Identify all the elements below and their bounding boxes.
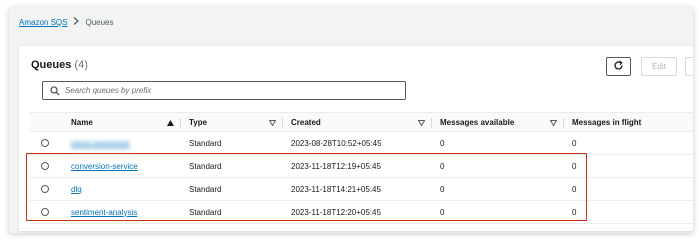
edit-button[interactable]: Edit: [641, 57, 677, 76]
queue-count: (4): [74, 59, 88, 71]
type-cell: Standard: [189, 184, 222, 194]
select-column-header: [29, 113, 71, 131]
row-radio[interactable]: [41, 185, 49, 193]
search-icon: [47, 85, 63, 96]
chevron-right-icon: [73, 17, 80, 27]
row-select-cell: [29, 178, 71, 200]
created-cell: 2023-11-18T14:21+05:45: [291, 184, 381, 194]
column-label: Name: [71, 117, 93, 127]
more-actions-button[interactable]: [685, 57, 693, 76]
refresh-icon: [613, 60, 624, 73]
column-header-messages-in-flight[interactable]: Messages in flight: [564, 113, 693, 131]
queues-panel: Queues (4) Edit Search queues by prefix …: [19, 45, 693, 231]
in-flight-cell: 0: [572, 207, 577, 217]
sort-icon: [268, 119, 277, 128]
sort-ascending-icon: [167, 119, 174, 128]
console-window: Amazon SQS Queues Queues (4) Edit Search…: [9, 7, 693, 233]
column-header-messages-available[interactable]: Messages available: [432, 113, 564, 131]
available-cell: 0: [440, 207, 445, 217]
row-radio[interactable]: [41, 208, 49, 216]
in-flight-cell: 0: [572, 184, 577, 194]
page-title: Queues (4): [31, 59, 88, 71]
breadcrumb: Amazon SQS Queues: [19, 17, 114, 27]
row-select-cell: [29, 132, 71, 154]
table-row: xxxxx-xxxxxxxxx Standard 2023-08-28T10:5…: [29, 132, 693, 155]
table-header: Name Type Created Messages available Mes…: [29, 112, 693, 132]
column-label: Created: [291, 117, 321, 127]
type-cell: Standard: [189, 138, 222, 148]
row-select-cell: [29, 201, 71, 223]
available-cell: 0: [440, 138, 445, 148]
queue-name-link[interactable]: dlq: [71, 185, 82, 194]
in-flight-cell: 0: [572, 161, 577, 171]
queue-name-link[interactable]: xxxxx-xxxxxxxxx: [71, 139, 130, 148]
available-cell: 0: [440, 161, 445, 171]
breadcrumb-current: Queues: [85, 17, 114, 27]
name-cell: sentiment-analysis: [71, 201, 181, 223]
column-label: Type: [189, 117, 208, 127]
type-cell: Standard: [189, 161, 222, 171]
queue-name-link[interactable]: conversion-service: [71, 162, 138, 171]
column-header-created[interactable]: Created: [283, 113, 432, 131]
table-row: sentiment-analysis Standard 2023-11-18T1…: [29, 201, 693, 224]
available-cell: 0: [440, 184, 445, 194]
name-cell: conversion-service: [71, 155, 181, 177]
search-field[interactable]: [42, 81, 406, 100]
sort-icon: [549, 119, 558, 128]
sort-icon: [417, 119, 426, 128]
table-row: conversion-service Standard 2023-11-18T1…: [29, 155, 693, 178]
breadcrumb-amazon-sqs-link[interactable]: Amazon SQS: [19, 18, 67, 27]
queues-table: Name Type Created Messages available Mes…: [29, 112, 693, 224]
table-row: dlq Standard 2023-11-18T14:21+05:45 0 0: [29, 178, 693, 201]
column-header-name[interactable]: Name: [71, 113, 181, 131]
type-cell: Standard: [189, 207, 222, 217]
refresh-button[interactable]: [606, 57, 631, 76]
row-radio[interactable]: [41, 139, 49, 147]
name-cell: dlq: [71, 178, 181, 200]
created-cell: 2023-11-18T12:19+05:45: [291, 161, 381, 171]
row-select-cell: [29, 155, 71, 177]
column-header-type[interactable]: Type: [181, 113, 283, 131]
created-cell: 2023-11-18T12:20+05:45: [291, 207, 381, 217]
search-input[interactable]: [65, 86, 385, 95]
created-cell: 2023-08-28T10:52+05:45: [291, 138, 382, 148]
column-label: Messages available: [440, 117, 515, 127]
column-label: Messages in flight: [572, 117, 642, 127]
name-cell: xxxxx-xxxxxxxxx: [71, 132, 181, 154]
in-flight-cell: 0: [572, 138, 577, 148]
queue-name-link[interactable]: sentiment-analysis: [71, 208, 137, 217]
row-radio[interactable]: [41, 162, 49, 170]
panel-title-text: Queues: [31, 59, 72, 71]
